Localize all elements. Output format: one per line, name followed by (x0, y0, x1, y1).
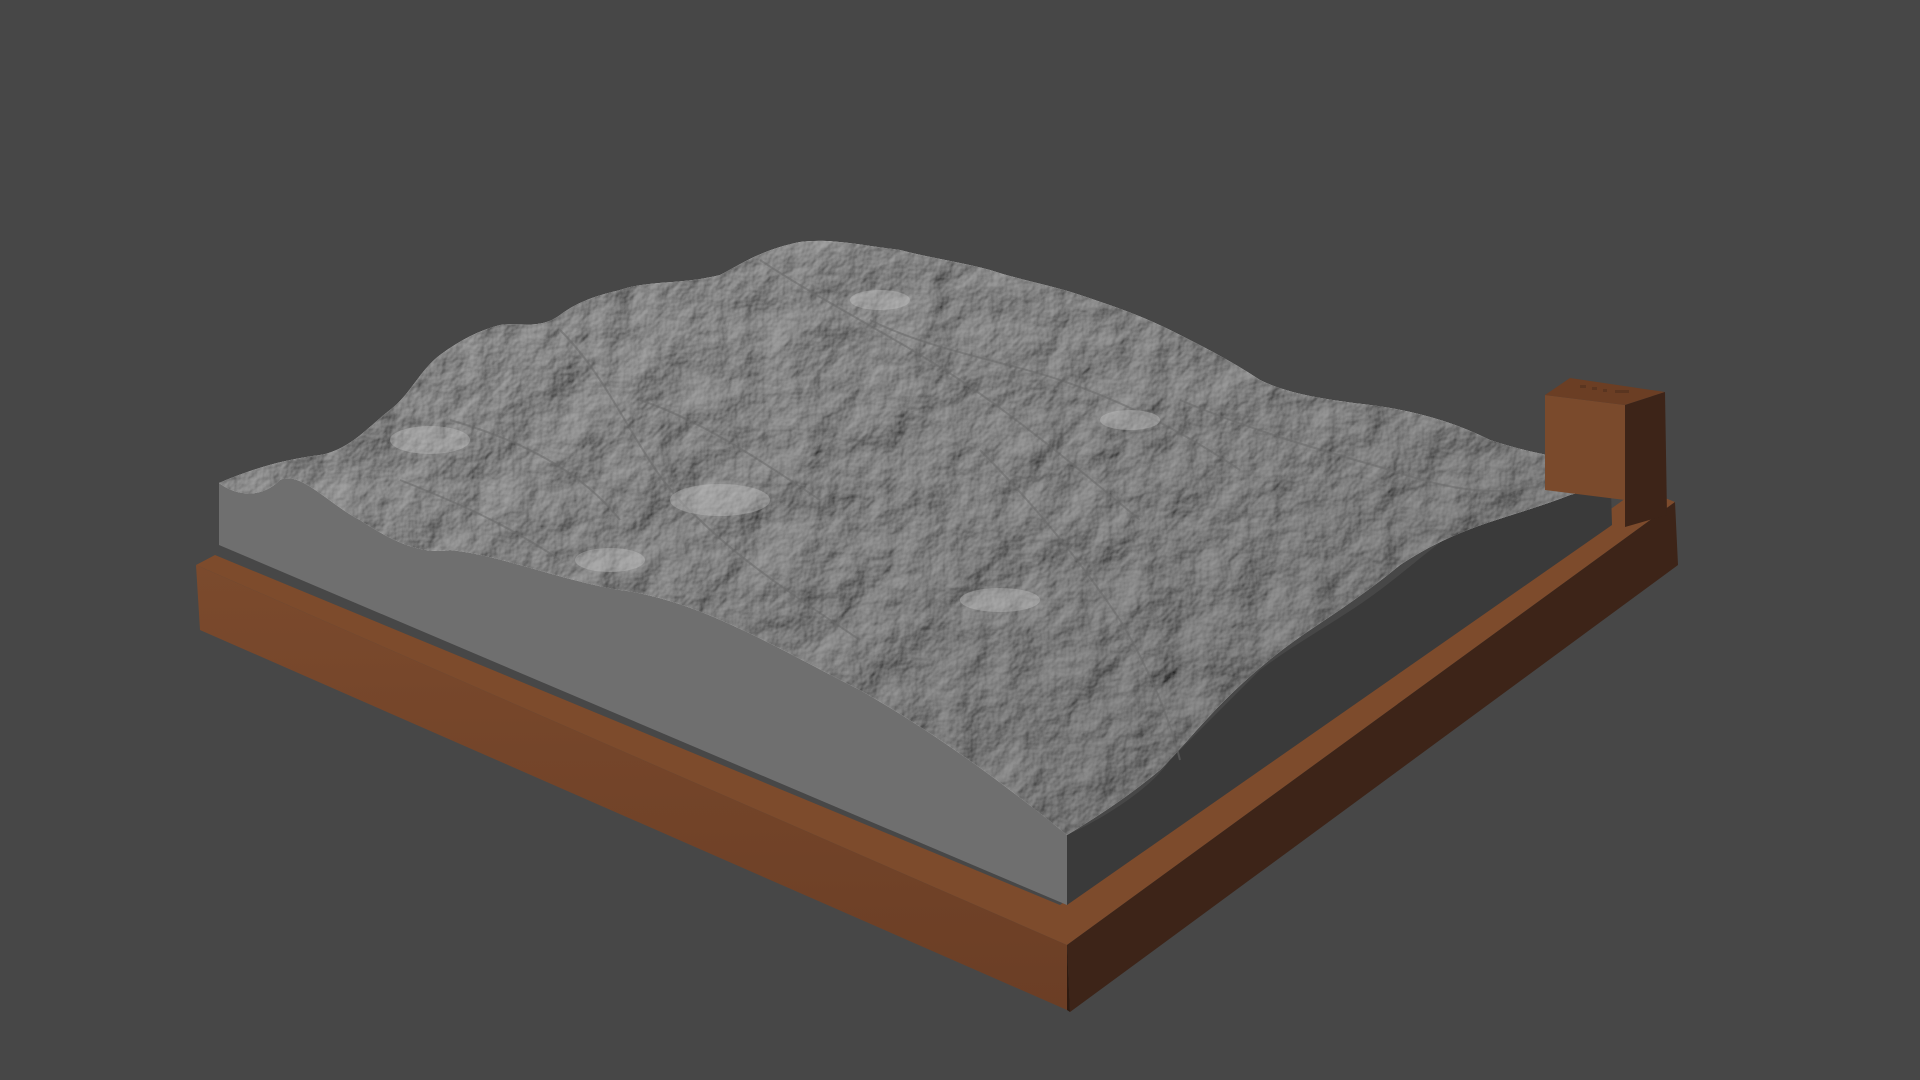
3d-viewport[interactable] (0, 0, 1920, 1080)
terrain-model-render[interactable] (0, 0, 1920, 1080)
label-block-side (1625, 392, 1667, 527)
label-block-front (1545, 395, 1625, 500)
